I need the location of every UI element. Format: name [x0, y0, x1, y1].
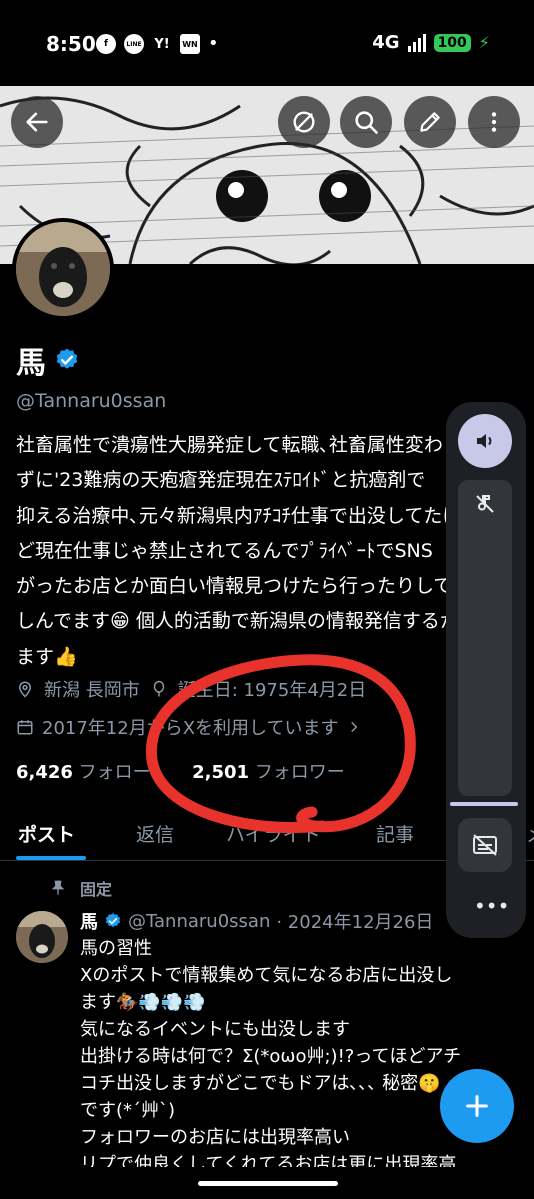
follow-counts: 6,426 フォロー 2,501 フォロワー: [16, 758, 345, 784]
post-author-avatar[interactable]: [16, 911, 68, 963]
music-off-icon: [476, 495, 494, 513]
post-line: ます🏇💨💨💨: [80, 992, 206, 1013]
tab-replies[interactable]: 返信: [136, 820, 174, 847]
back-button[interactable]: [11, 96, 63, 148]
network-type: 4G: [372, 32, 400, 53]
post-line: 馬の習性: [80, 938, 152, 959]
bio-line: 抑える治療中､元々新潟県内ｱﾁｺﾁ仕事で出没してたけ: [16, 504, 456, 527]
status-time: 8:50: [46, 32, 96, 56]
active-tab-indicator: [16, 856, 86, 860]
bio-line: 社畜属性で潰瘍性大腸発症して転職､社畜属性変わら: [16, 434, 456, 456]
profile-birthday: 誕生日: 1975年4月2日: [177, 680, 367, 701]
volume-slider[interactable]: [458, 480, 512, 796]
profile-avatar[interactable]: [12, 218, 114, 320]
post-date[interactable]: · 2024年12月26日: [276, 908, 433, 934]
speaker-icon: [477, 434, 492, 448]
more-options-button[interactable]: [468, 96, 520, 148]
tab-posts[interactable]: ポスト: [18, 820, 75, 847]
bio-line: しんでます😁 個人的活動で新潟県の情報発信するかも: [16, 610, 456, 633]
home-indicator[interactable]: [198, 1181, 338, 1186]
profile-bio: 社畜属性で潰瘍性大腸発症して転職､社畜属性変わら ずに'23難病の天疱瘡発症現在…: [16, 428, 456, 675]
profile-location: 新潟 長岡市: [44, 680, 140, 701]
post-author-handle: @Tannaru0ssan: [128, 910, 271, 932]
profile-name: 馬: [16, 346, 46, 381]
followers-link[interactable]: 2,501 フォロワー: [192, 762, 345, 783]
facebook-icon: f: [96, 34, 116, 54]
search-icon: [355, 111, 378, 134]
verified-badge-icon[interactable]: [54, 347, 80, 373]
volume-level-indicator: [450, 802, 518, 806]
horse-mask-avatar-image: [16, 911, 68, 963]
battery-icon: 100: [433, 33, 471, 52]
pin-icon: [51, 880, 65, 895]
line-icon: LINE: [124, 34, 144, 54]
weathernews-icon: WN: [180, 34, 200, 54]
more-notifications-icon: •: [208, 33, 219, 54]
chevron-right-icon: [350, 721, 357, 733]
pencil-icon: [420, 112, 440, 132]
post-author-name[interactable]: 馬: [80, 908, 98, 934]
post-line: 気になるイベントにも出没します: [80, 1019, 350, 1040]
charging-icon: ⚡: [478, 33, 490, 52]
bio-line: ずに'23難病の天疱瘡発症現在ｽﾃﾛｲﾄﾞと抗癌剤で: [16, 469, 426, 492]
post-line: リプで仲良くしてくれてるお店は更に出現率高: [80, 1154, 457, 1167]
more-vertical-icon: [491, 112, 497, 132]
post-header: 馬 @Tannaru0ssan · 2024年12月26日: [80, 908, 460, 934]
profile-joined: 2017年12月からXを利用しています: [42, 718, 339, 739]
balloon-icon: [153, 680, 164, 697]
tab-articles[interactable]: 記事: [376, 820, 414, 847]
bio-line: がったお店とか面白い情報見つけたら行ったりして: [16, 575, 453, 598]
status-bar: 8:50 f LINE Y! WN • 4G 100 ⚡: [0, 0, 534, 86]
following-link[interactable]: 6,426 フォロー: [16, 762, 151, 783]
captions-off-icon: [473, 834, 497, 856]
following-count: 6,426: [16, 762, 73, 783]
yahoo-icon: Y!: [154, 36, 170, 52]
pinned-label: 固定: [80, 880, 113, 899]
volume-more-icon[interactable]: •••: [474, 894, 509, 918]
live-caption-button[interactable]: [458, 818, 512, 872]
grok-icon: [293, 111, 315, 133]
post-line: 出掛ける時は何で？Σ(*oωo艸;)!?ってほどアチ: [80, 1046, 462, 1067]
profile-handle: @Tannaru0ssan: [16, 390, 167, 412]
signal-icon: [407, 33, 426, 52]
bio-line: ど現在仕事じゃ禁止されてるんでﾌﾟﾗｲﾍﾞｰﾄでSNS: [16, 539, 433, 562]
compose-post-button[interactable]: [440, 1069, 514, 1143]
system-status: 4G 100 ⚡: [372, 32, 490, 53]
bio-line: ます👍: [16, 645, 78, 668]
location-pin-icon: [18, 681, 32, 698]
calendar-icon: [17, 720, 33, 735]
verified-badge-icon: [105, 913, 121, 928]
following-label: フォロー: [78, 762, 151, 783]
horse-mask-avatar-image: [16, 222, 110, 316]
profile-joined-row[interactable]: 2017年12月からXを利用しています: [16, 714, 361, 740]
post-line: Xのポストで情報集めて気になるお店に出没し: [80, 965, 453, 986]
tab-media[interactable]: メ: [526, 820, 534, 847]
search-button[interactable]: [340, 96, 392, 148]
back-arrow-icon: [26, 112, 48, 132]
edit-button[interactable]: [404, 96, 456, 148]
pinned-indicator: 固定: [50, 876, 112, 900]
plus-icon: [466, 1095, 488, 1117]
profile-name-row: 馬: [16, 338, 80, 382]
tab-highlights[interactable]: ハイライト: [226, 820, 321, 847]
volume-speaker-button[interactable]: [458, 414, 512, 468]
profile-meta-row: 新潟 長岡市 誕生日: 1975年4月2日: [16, 676, 366, 702]
notification-icons: f LINE Y! WN •: [96, 34, 219, 54]
followers-label: フォロワー: [254, 762, 345, 783]
followers-count: 2,501: [192, 762, 250, 783]
grok-button[interactable]: [278, 96, 330, 148]
